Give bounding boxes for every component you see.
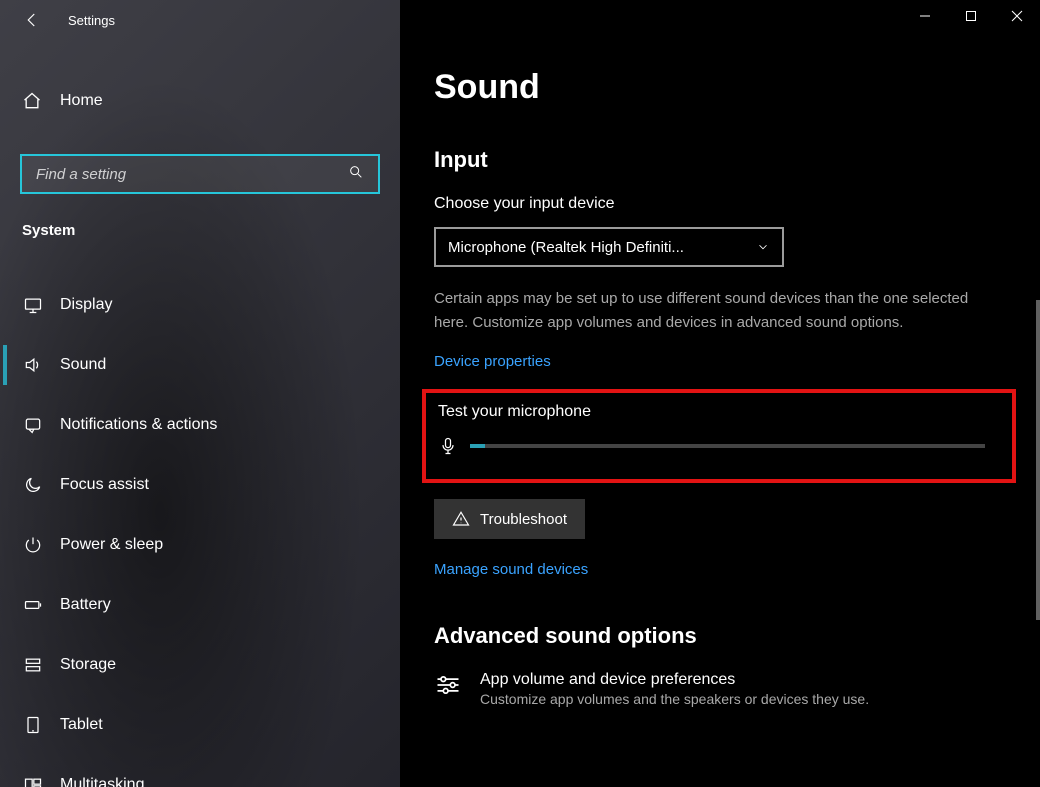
- select-value: Microphone (Realtek High Definiti...: [448, 239, 684, 256]
- mic-level-meter: [470, 444, 985, 448]
- page-heading: Sound: [434, 68, 1006, 107]
- choose-device-label: Choose your input device: [434, 195, 1006, 213]
- nav-label: Focus assist: [60, 476, 149, 494]
- test-mic-label: Test your microphone: [438, 403, 1000, 421]
- sidebar-home[interactable]: Home: [0, 76, 400, 126]
- device-properties-link[interactable]: Device properties: [434, 353, 551, 370]
- main-panel: Sound Input Choose your input device Mic…: [400, 0, 1040, 787]
- focus-assist-icon: [22, 474, 44, 496]
- sidebar-item-storage[interactable]: Storage: [0, 635, 400, 695]
- sidebar-item-multitasking[interactable]: Multitasking: [0, 755, 400, 787]
- tablet-icon: [22, 714, 44, 736]
- minimize-button[interactable]: [902, 0, 948, 32]
- sidebar-nav: Display Sound Notifications & actions Fo…: [0, 275, 400, 787]
- close-button[interactable]: [994, 0, 1040, 32]
- nav-label: Multitasking: [60, 776, 144, 787]
- search-box[interactable]: [20, 154, 380, 194]
- microphone-icon: [438, 435, 458, 457]
- home-label: Home: [60, 92, 103, 110]
- troubleshoot-button[interactable]: Troubleshoot: [434, 499, 585, 539]
- sliders-icon: [434, 671, 462, 699]
- notifications-icon: [22, 414, 44, 436]
- titlebar-left: Settings: [0, 0, 400, 40]
- input-description: Certain apps may be set up to use differ…: [434, 287, 1004, 335]
- close-icon: [1011, 10, 1023, 22]
- nav-label: Battery: [60, 596, 111, 614]
- content-area: Sound Input Choose your input device Mic…: [400, 0, 1040, 787]
- nav-label: Tablet: [60, 716, 103, 734]
- input-device-select[interactable]: Microphone (Realtek High Definiti...: [434, 227, 784, 267]
- mic-level-row: [438, 435, 1000, 457]
- input-section-heading: Input: [434, 147, 1006, 173]
- troubleshoot-label: Troubleshoot: [480, 511, 567, 528]
- sidebar-item-battery[interactable]: Battery: [0, 575, 400, 635]
- mic-level-fill: [470, 444, 485, 448]
- sidebar-item-power[interactable]: Power & sleep: [0, 515, 400, 575]
- chevron-down-icon: [756, 240, 770, 254]
- power-icon: [22, 534, 44, 556]
- scrollbar[interactable]: [1036, 300, 1040, 620]
- sidebar-item-notifications[interactable]: Notifications & actions: [0, 395, 400, 455]
- manage-sound-devices-link[interactable]: Manage sound devices: [434, 561, 588, 578]
- adv-item-title: App volume and device preferences: [480, 671, 869, 689]
- back-button[interactable]: [10, 4, 54, 36]
- sound-icon: [22, 354, 44, 376]
- multitasking-icon: [22, 774, 44, 787]
- sidebar-item-focus[interactable]: Focus assist: [0, 455, 400, 515]
- nav-label: Notifications & actions: [60, 416, 217, 434]
- nav-label: Power & sleep: [60, 536, 163, 554]
- nav-label: Sound: [60, 356, 106, 374]
- search-icon: [348, 164, 364, 185]
- sidebar-item-sound[interactable]: Sound: [0, 335, 400, 395]
- advanced-heading: Advanced sound options: [434, 623, 1006, 649]
- sidebar: Settings Home System Display Sound: [0, 0, 400, 787]
- storage-icon: [22, 654, 44, 676]
- window-controls: [902, 0, 1040, 32]
- adv-item-desc: Customize app volumes and the speakers o…: [480, 691, 869, 707]
- warning-icon: [452, 510, 470, 528]
- nav-label: Display: [60, 296, 112, 314]
- nav-label: Storage: [60, 656, 116, 674]
- battery-icon: [22, 594, 44, 616]
- window-title: Settings: [68, 13, 115, 28]
- test-microphone-box: Test your microphone: [422, 389, 1016, 483]
- minimize-icon: [919, 10, 931, 22]
- maximize-icon: [965, 10, 977, 22]
- app-volume-prefs[interactable]: App volume and device preferences Custom…: [434, 671, 1006, 707]
- sidebar-item-display[interactable]: Display: [0, 275, 400, 335]
- maximize-button[interactable]: [948, 0, 994, 32]
- arrow-left-icon: [23, 11, 41, 29]
- sidebar-item-tablet[interactable]: Tablet: [0, 695, 400, 755]
- home-icon: [22, 91, 42, 111]
- search-input[interactable]: [36, 166, 348, 183]
- settings-window: Settings Home System Display Sound: [0, 0, 1040, 787]
- sidebar-section: System: [0, 194, 400, 257]
- display-icon: [22, 294, 44, 316]
